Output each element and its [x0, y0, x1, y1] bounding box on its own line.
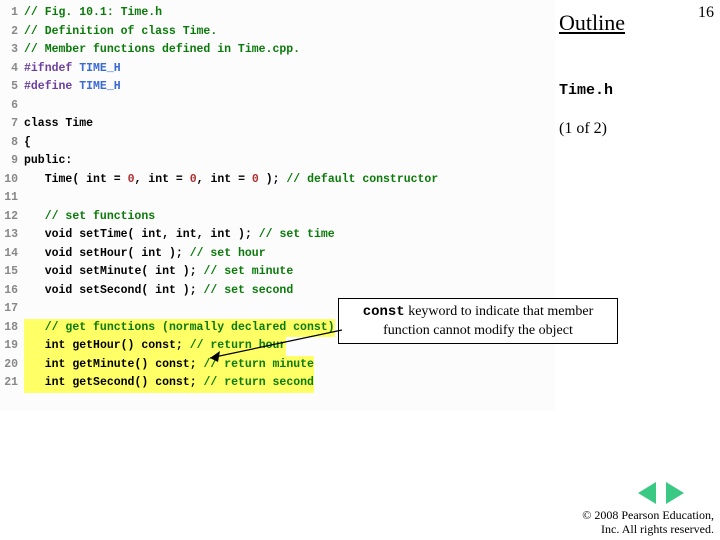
- code-line-content: void setMinute( int ); // set minute: [24, 263, 293, 282]
- code-line-content: // Definition of class Time.: [24, 23, 217, 42]
- code-line-content: int getHour() const; // return hour: [24, 337, 286, 356]
- line-number: 13: [0, 226, 24, 245]
- line-number: 4: [0, 60, 24, 79]
- code-line: 13 void setTime( int, int, int ); // set…: [0, 226, 555, 245]
- code-line-content: public:: [24, 152, 72, 171]
- line-number: 17: [0, 300, 24, 319]
- line-number: 9: [0, 152, 24, 171]
- code-line: 1// Fig. 10.1: Time.h: [0, 4, 555, 23]
- code-line: 4#ifndef TIME_H: [0, 60, 555, 79]
- code-line-content: #ifndef TIME_H: [24, 60, 121, 79]
- line-number: 6: [0, 97, 24, 116]
- code-line: 12 // set functions: [0, 208, 555, 227]
- code-line: 9public:: [0, 152, 555, 171]
- code-line-content: int getSecond() const; // return second: [24, 374, 314, 393]
- code-line-content: void setHour( int ); // set hour: [24, 245, 266, 264]
- code-line-content: void setTime( int, int, int ); // set ti…: [24, 226, 335, 245]
- line-number: 5: [0, 78, 24, 97]
- copyright-line-2: Inc. All rights reserved.: [582, 523, 714, 537]
- slide-nav: [638, 482, 684, 504]
- source-filename: Time.h: [559, 82, 613, 99]
- code-line: 21 int getSecond() const; // return seco…: [0, 374, 555, 393]
- next-slide-button[interactable]: [666, 482, 684, 504]
- line-number: 19: [0, 337, 24, 356]
- line-number: 12: [0, 208, 24, 227]
- line-number: 18: [0, 319, 24, 338]
- code-line: 10 Time( int = 0, int = 0, int = 0 ); //…: [0, 171, 555, 190]
- side-panel: Outline 16 Time.h (1 of 2): [555, 0, 720, 540]
- line-number: 11: [0, 189, 24, 208]
- copyright-notice: © 2008 Pearson Education, Inc. All right…: [582, 509, 714, 537]
- code-line-content: class Time: [24, 115, 93, 134]
- code-line: 20 int getMinute() const; // return minu…: [0, 356, 555, 375]
- annotation-callout: const keyword to indicate that member fu…: [338, 298, 618, 344]
- code-line: 15 void setMinute( int ); // set minute: [0, 263, 555, 282]
- code-line-content: int getMinute() const; // return minute: [24, 356, 314, 375]
- line-number: 20: [0, 356, 24, 375]
- code-line-content: // Fig. 10.1: Time.h: [24, 4, 162, 23]
- code-line: 8{: [0, 134, 555, 153]
- code-line: 2// Definition of class Time.: [0, 23, 555, 42]
- code-line: 3// Member functions defined in Time.cpp…: [0, 41, 555, 60]
- page-of-indicator: (1 of 2): [559, 120, 607, 138]
- prev-slide-button[interactable]: [638, 482, 656, 504]
- code-line-content: #define TIME_H: [24, 78, 121, 97]
- outline-heading: Outline: [559, 10, 625, 36]
- line-number: 8: [0, 134, 24, 153]
- code-line: 6: [0, 97, 555, 116]
- line-number: 7: [0, 115, 24, 134]
- code-line-content: {: [24, 134, 31, 153]
- line-number: 21: [0, 374, 24, 393]
- code-line-content: // set functions: [24, 208, 155, 227]
- code-line-content: void setSecond( int ); // set second: [24, 282, 293, 301]
- code-line: 5#define TIME_H: [0, 78, 555, 97]
- code-line-content: // Member functions defined in Time.cpp.: [24, 41, 300, 60]
- line-number: 2: [0, 23, 24, 42]
- callout-text: keyword to indicate that member function…: [383, 304, 593, 338]
- code-line-content: // get functions (normally declared cons…: [24, 319, 335, 338]
- code-line-content: Time( int = 0, int = 0, int = 0 ); // de…: [24, 171, 438, 190]
- line-number: 15: [0, 263, 24, 282]
- slide-number: 16: [698, 4, 714, 22]
- code-line: 7class Time: [0, 115, 555, 134]
- callout-keyword: const: [363, 304, 405, 320]
- code-listing: 1// Fig. 10.1: Time.h2// Definition of c…: [0, 0, 555, 410]
- code-line: 14 void setHour( int ); // set hour: [0, 245, 555, 264]
- line-number: 14: [0, 245, 24, 264]
- line-number: 16: [0, 282, 24, 301]
- copyright-line-1: © 2008 Pearson Education,: [582, 509, 714, 523]
- code-line: 11: [0, 189, 555, 208]
- line-number: 3: [0, 41, 24, 60]
- line-number: 1: [0, 4, 24, 23]
- line-number: 10: [0, 171, 24, 190]
